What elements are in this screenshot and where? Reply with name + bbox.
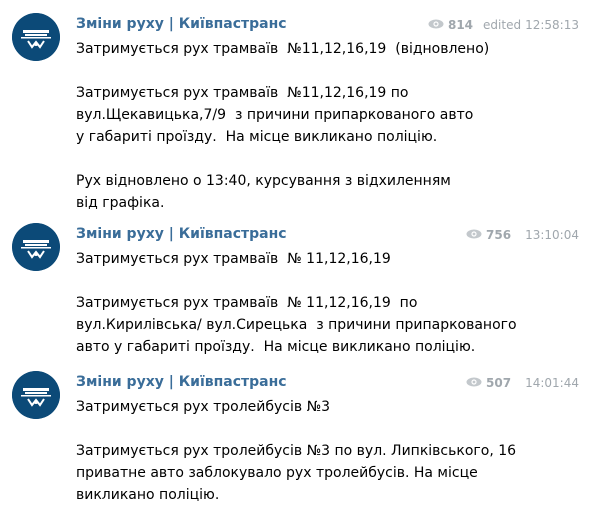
views-count: 756 [486, 228, 512, 242]
message-time[interactable]: 13:10:04 [525, 228, 579, 242]
message-meta: 507 14:01:44 [466, 376, 579, 390]
message-time[interactable]: 12:58:13 [525, 18, 579, 32]
message-paragraph: Затримується рух трамваїв № 11,12,16,19 … [76, 295, 522, 355]
views-eye-icon [466, 376, 482, 390]
channel-name[interactable]: Зміни руху | Київпастранс [76, 16, 287, 32]
views-eye-icon [428, 18, 444, 32]
views-count: 814 [447, 18, 474, 32]
views-count: 507 [486, 376, 512, 390]
message-text: Затримується рух трамваїв № 11,12,16,19 … [76, 248, 581, 358]
message-text: Затримується рух тролейбусів №3 Затримує… [76, 396, 581, 506]
channel-name[interactable]: Зміни руху | Київпастранс [76, 226, 287, 242]
message-paragraph: Рух відновлено о 13:40, курсування з від… [76, 173, 456, 211]
views-eye-icon [466, 228, 482, 242]
kyivpastrans-logo-icon [12, 371, 60, 419]
channel-avatar[interactable] [12, 223, 60, 271]
message-paragraph: Затримується рух трамваїв №11,12,16,19 (… [76, 41, 490, 57]
kyivpastrans-logo-icon [12, 223, 60, 271]
message-meta: 814 edited 12:58:13 [428, 18, 579, 32]
message-paragraph: Затримується рух тролейбусів №3 [76, 399, 331, 415]
message-meta: 756 13:10:04 [466, 228, 579, 242]
message-time[interactable]: 14:01:44 [525, 376, 579, 390]
message-paragraph: Затримується рух тролейбусів №3 по вул. … [76, 443, 521, 503]
message-paragraph: Затримується рух трамваїв № 11,12,16,19 [76, 251, 391, 267]
channel-name[interactable]: Зміни руху | Київпастранс [76, 374, 287, 390]
edited-label: edited [483, 18, 522, 32]
message-text: Затримується рух трамваїв №11,12,16,19 (… [76, 38, 581, 214]
channel-avatar[interactable] [12, 13, 60, 61]
message-paragraph: Затримується рух трамваїв №11,12,16,19 п… [76, 85, 478, 145]
message-feed: Зміни руху | Київпастранс 814 edited 12:… [0, 0, 594, 524]
channel-avatar[interactable] [12, 371, 60, 419]
kyivpastrans-logo-icon [12, 13, 60, 61]
